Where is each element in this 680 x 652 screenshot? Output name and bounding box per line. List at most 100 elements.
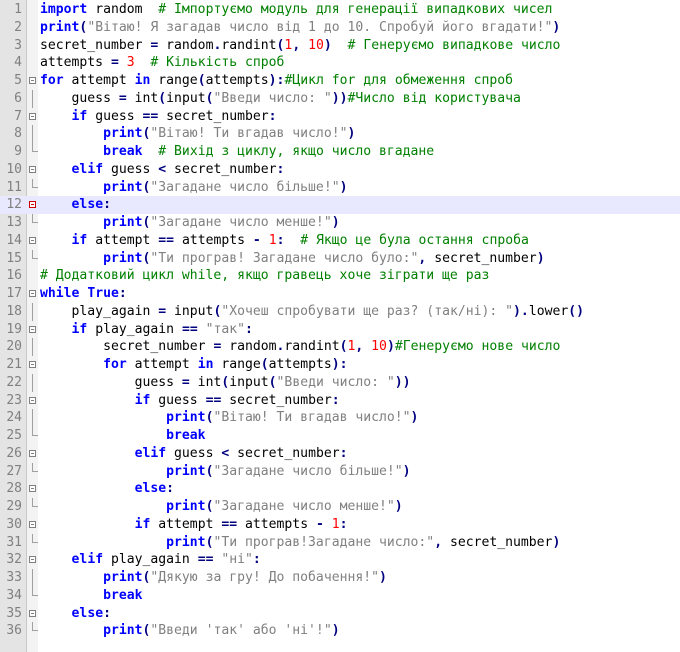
- code-line[interactable]: 26 elif guess < secret_number:: [0, 445, 680, 463]
- code-token: while: [40, 286, 80, 301]
- code-token: ):: [331, 357, 348, 372]
- code-line[interactable]: 36 print("Введи 'так' або 'ні'!"): [0, 622, 680, 640]
- code-line[interactable]: 2 print("Вітаю! Я загадав число від 1 до …: [0, 19, 680, 37]
- fold-toggle-icon[interactable]: [29, 165, 36, 173]
- line-number: 11: [6, 179, 22, 195]
- code-text: if guess == secret_number:: [40, 392, 340, 410]
- code-token: attempt: [87, 232, 159, 248]
- code-token: # Імпортуємо модуль для генерації випадк…: [158, 2, 553, 17]
- line-number: 29: [6, 499, 22, 514]
- code-token: ): [394, 499, 403, 514]
- code-line[interactable]: 24 print("Вітаю! Ти вгадав число!"): [0, 409, 680, 427]
- line-number: 17: [6, 286, 22, 301]
- code-token: attempts: [174, 232, 253, 248]
- fold-toggle-icon[interactable]: [29, 236, 36, 244]
- code-token: "Вітаю! Я загадав число від 1 до 10. Спр…: [87, 19, 553, 35]
- fold-toggle-icon[interactable]: [29, 396, 36, 404]
- code-token: print: [103, 179, 143, 195]
- code-line[interactable]: 31 print("Ти програв!Загадане число:", s…: [0, 533, 680, 552]
- fold-toggle-icon[interactable]: [29, 325, 36, 333]
- fold-end-marker: [32, 586, 38, 596]
- code-token: import: [40, 2, 88, 17]
- code-token: else: [71, 605, 104, 621]
- fold-toggle-icon[interactable]: [29, 290, 36, 297]
- code-token: #Генеруємо нове число: [394, 339, 561, 355]
- code-line[interactable]: 1 import random # Імпортуємо модуль для г…: [0, 1, 680, 19]
- line-number: 2: [14, 19, 22, 35]
- code-line[interactable]: 9 break # Вихід з циклу, якщо число вгад…: [0, 143, 680, 161]
- code-line[interactable]: 5 for attempt in range(attempts):#Цикл fo…: [0, 72, 680, 90]
- fold-toggle-icon[interactable]: [29, 112, 36, 120]
- code-line[interactable]: 18 play_again = input("Хочеш спробувати …: [0, 302, 680, 321]
- code-line[interactable]: 4 attempts = 3 # Кількість спроб: [0, 54, 680, 72]
- code-line[interactable]: 12 else:: [0, 196, 680, 214]
- code-line[interactable]: 10 elif guess < secret_number:: [0, 161, 680, 179]
- code-token: attempt: [63, 73, 135, 88]
- code-line[interactable]: 28 else:: [0, 480, 680, 498]
- code-token: (: [197, 73, 206, 88]
- code-token: :: [331, 392, 340, 408]
- code-text: guess = int(input("Введи число: ")): [40, 374, 411, 392]
- code-line[interactable]: 25 break: [0, 427, 680, 445]
- code-line[interactable]: 23 if guess == secret_number:: [0, 392, 680, 410]
- code-token: ==: [181, 321, 198, 337]
- fold-toggle-icon[interactable]: [29, 556, 36, 564]
- code-line[interactable]: 33 print("Дякую за гру! До побачення!"): [0, 569, 680, 587]
- code-line[interactable]: 27 print("Загадане число більше!"): [0, 462, 680, 481]
- line-number: 20: [6, 339, 22, 355]
- code-line[interactable]: 21 for attempt in range(attempts):: [0, 356, 680, 374]
- code-token: attempts: [40, 55, 111, 71]
- code-line[interactable]: 15 print("Ти програв! Загадане число бул…: [0, 249, 680, 268]
- code-line[interactable]: 3 secret_number = random.randint(1, 10) #…: [0, 37, 680, 55]
- fold-toggle-icon[interactable]: [29, 361, 36, 368]
- fold-toggle-icon[interactable]: [29, 485, 36, 493]
- code-token: :: [276, 161, 285, 177]
- code-line[interactable]: 7 if guess == secret_number:: [0, 108, 680, 126]
- code-line[interactable]: 29 print("Загадане число менше!"): [0, 498, 680, 516]
- code-token: print: [103, 570, 143, 585]
- code-line[interactable]: 8 print("Вітаю! Ти вгадав число!"): [0, 125, 680, 143]
- fold-toggle-icon[interactable]: [29, 449, 36, 457]
- code-token: "Ти програв! Загадане число було:": [150, 250, 419, 266]
- code-line[interactable]: 6 guess = int(input("Введи число: "))#Чи…: [0, 89, 680, 108]
- code-token: ,: [434, 534, 443, 550]
- line-number: 18: [6, 303, 22, 319]
- code-editor[interactable]: 1 import random # Імпортуємо модуль для г…: [0, 0, 680, 652]
- code-line[interactable]: 20 secret_number = random.randint(1, 10)…: [0, 338, 680, 356]
- code-token: range: [213, 357, 261, 372]
- code-token: :: [245, 321, 253, 337]
- fold-toggle-icon[interactable]: [29, 609, 36, 617]
- code-line[interactable]: 22 guess = int(input("Введи число: ")): [0, 373, 680, 392]
- line-number: 7: [14, 108, 22, 124]
- code-line[interactable]: 17 while True:: [0, 285, 680, 303]
- code-line[interactable]: 19 if play_again == "так":: [0, 321, 680, 339]
- code-line[interactable]: 34 break: [0, 586, 680, 605]
- line-number: 4: [14, 55, 22, 71]
- code-line[interactable]: 32 elif play_again == "ні":: [0, 551, 680, 569]
- fold-toggle-icon[interactable]: [29, 77, 36, 84]
- code-token: input: [229, 374, 269, 390]
- code-token: =: [181, 374, 190, 390]
- code-text: break: [40, 427, 205, 445]
- fold-toggle-icon[interactable]: [29, 201, 36, 209]
- code-token: (: [260, 357, 269, 372]
- code-line[interactable]: 35 else:: [0, 605, 680, 623]
- fold-toggle-icon[interactable]: [29, 520, 36, 528]
- line-number: 15: [6, 250, 22, 266]
- code-line[interactable]: 13 print("Загадане число менше!"): [0, 214, 680, 232]
- code-line[interactable]: 11 print("Загадане число більше!"): [0, 178, 680, 197]
- code-token: :: [166, 481, 175, 497]
- code-line[interactable]: 30 if attempt == attempts - 1:: [0, 516, 680, 534]
- code-line[interactable]: 16 # Додатковий цикл while, якщо гравець …: [0, 267, 680, 285]
- line-number: 6: [14, 90, 22, 106]
- fold-line: [32, 569, 33, 587]
- code-line[interactable]: 14 if attempt == attempts - 1: # Якщо це…: [0, 232, 680, 250]
